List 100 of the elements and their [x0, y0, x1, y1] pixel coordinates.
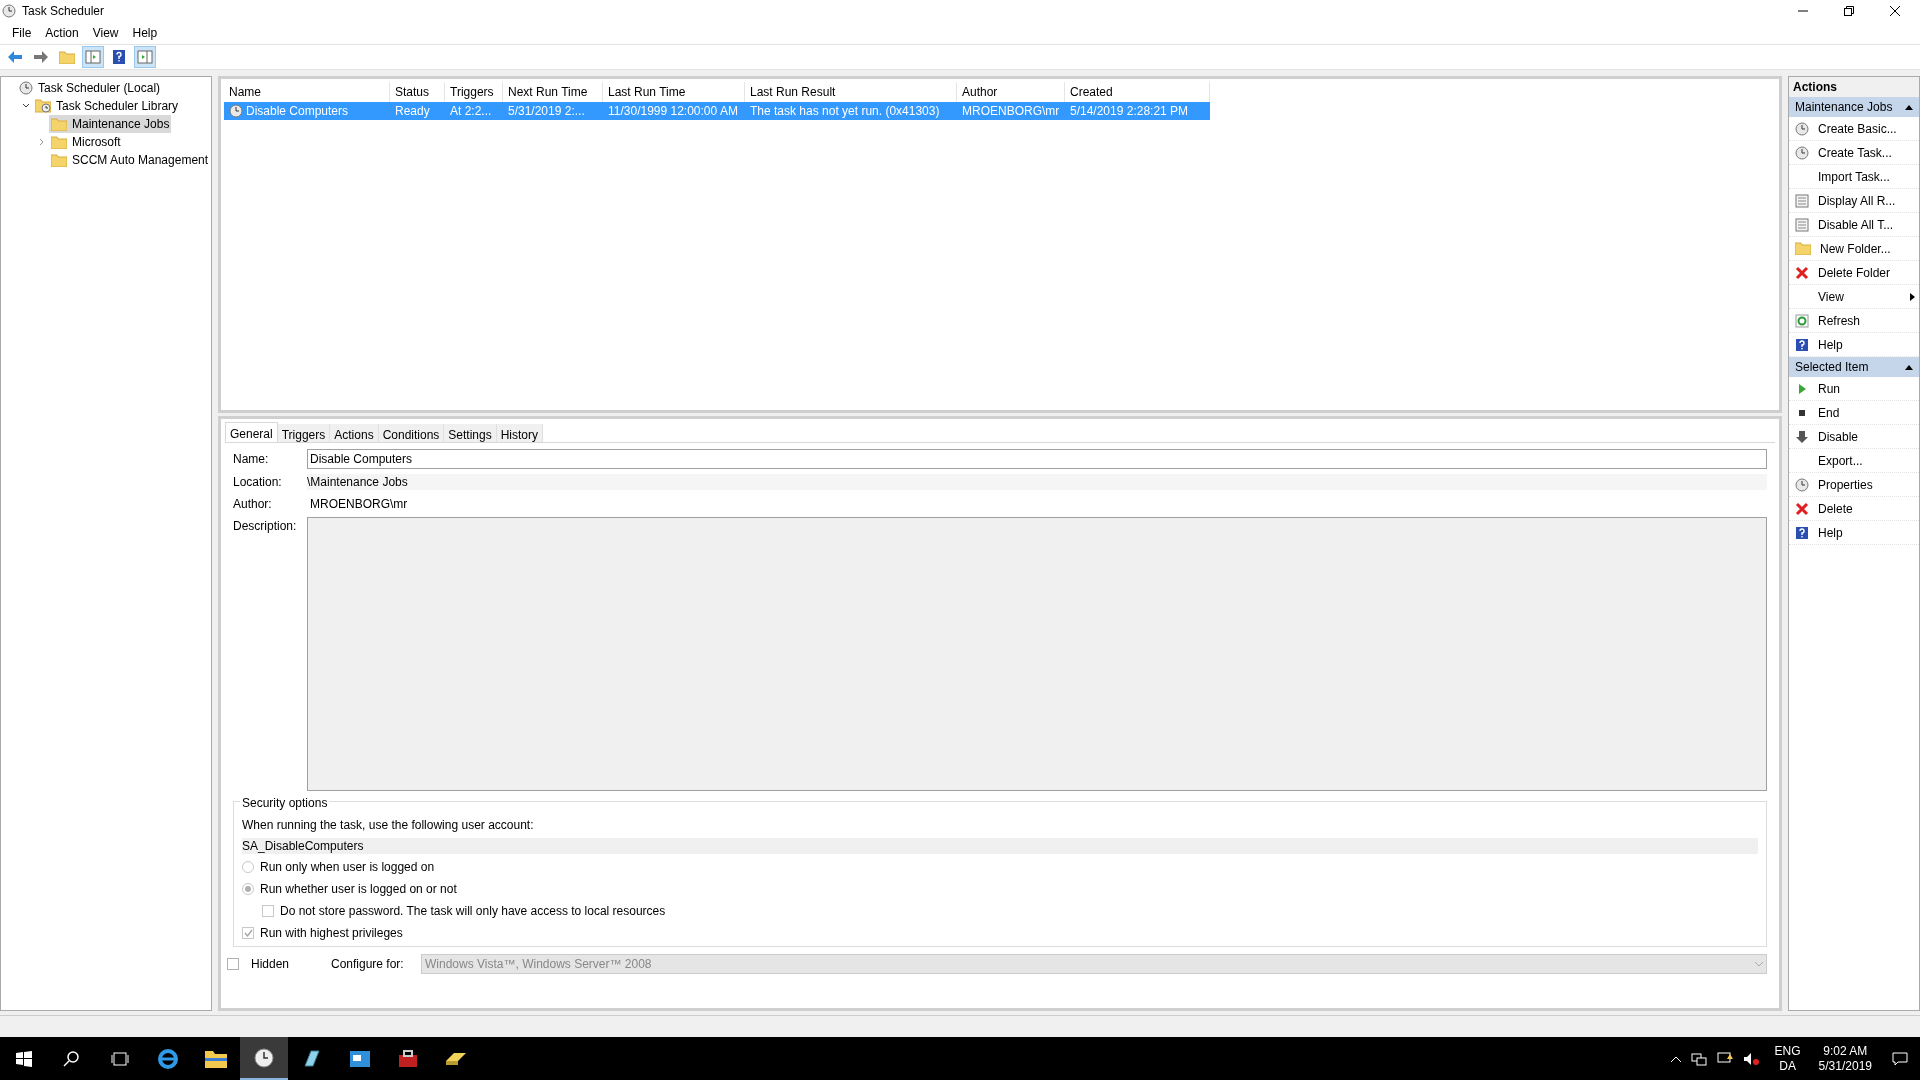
chevron-up-icon[interactable] — [1670, 1055, 1681, 1062]
delete-icon — [1795, 265, 1809, 280]
list-icon — [1795, 217, 1809, 232]
clock-time[interactable]: 9:02 AM — [1823, 1043, 1868, 1059]
taskbar-button[interactable] — [240, 1037, 288, 1080]
checkbox[interactable] — [242, 927, 254, 939]
tree-item[interactable]: Task Scheduler (Local) — [17, 79, 163, 97]
command-item[interactable]: Refresh — [1789, 309, 1919, 333]
command-item[interactable]: View — [1789, 285, 1919, 309]
help-icon — [1795, 525, 1809, 540]
search-icon — [63, 1049, 81, 1068]
command-item[interactable]: Delete Folder — [1789, 261, 1919, 285]
field-label: Location: — [233, 474, 283, 491]
folder-icon — [59, 50, 75, 64]
field-label: Name: — [233, 451, 270, 468]
windows-logo-icon — [16, 1050, 32, 1067]
command-item[interactable]: Help — [1789, 521, 1919, 545]
command-item[interactable]: Create Task... — [1789, 141, 1919, 165]
description-field[interactable] — [307, 517, 1767, 791]
command-item[interactable]: Create Basic... — [1789, 117, 1919, 141]
account-label: When running the task, use the following user account: — [242, 817, 535, 834]
clock-icon — [1795, 121, 1809, 136]
task-icon — [229, 104, 243, 118]
menu-item[interactable]: View — [86, 24, 125, 42]
collapse-arrow-icon[interactable] — [1905, 364, 1913, 370]
name-field[interactable]: Disable Computers — [307, 449, 1767, 469]
notepad-icon — [301, 1047, 323, 1070]
clock-icon — [1795, 477, 1809, 492]
window-icon — [349, 1049, 371, 1068]
section-header[interactable]: Maintenance Jobs — [1789, 97, 1919, 117]
tab[interactable]: General — [225, 422, 278, 442]
pane-icon — [137, 50, 153, 64]
checkbox-label: Run with highest privileges — [260, 925, 403, 942]
input-language[interactable]: ENG — [1774, 1043, 1801, 1059]
tab[interactable]: Settings — [444, 424, 497, 442]
notification-icon[interactable] — [1892, 1051, 1908, 1066]
help-icon — [1795, 337, 1809, 352]
table-cell-text: 11/30/1999 12:00:00 AM — [607, 103, 739, 120]
folder-icon — [1795, 242, 1811, 255]
collapse-arrow-icon[interactable] — [1905, 104, 1913, 110]
delete-icon — [1795, 501, 1809, 516]
command-item[interactable]: Delete — [1789, 497, 1919, 521]
command-item[interactable]: Disable All T... — [1789, 213, 1919, 237]
checkbox[interactable] — [227, 958, 239, 970]
command-item[interactable]: Run — [1789, 377, 1919, 401]
menu-item[interactable]: Action — [39, 24, 85, 42]
network-icon[interactable] — [1690, 1051, 1707, 1066]
location-field: \Maintenance Jobs — [307, 474, 1767, 490]
back-arrow-icon — [7, 50, 23, 64]
expanded-chevron-icon[interactable] — [22, 102, 30, 110]
table-cell: Disable Computers — [224, 102, 390, 120]
checkbox-label: Do not store password. The task will only have access to local resources — [280, 903, 666, 920]
field-label: Author: — [233, 496, 273, 513]
tab[interactable]: History — [496, 424, 544, 442]
clock-icon — [19, 81, 33, 95]
clock-date[interactable]: 5/31/2019 — [1818, 1058, 1872, 1074]
collapsed-chevron-icon[interactable] — [38, 138, 46, 146]
menu-item[interactable]: File — [6, 24, 38, 42]
tree-item[interactable]: Task Scheduler Library — [33, 97, 181, 115]
app-icon — [2, 4, 16, 18]
command-item[interactable]: New Folder... — [1789, 237, 1919, 261]
table-cell-text: 5/31/2019 2:... — [507, 103, 586, 120]
checkbox-label: Hidden — [251, 956, 291, 973]
tab[interactable]: Triggers — [277, 424, 331, 442]
section-header[interactable]: Selected Item — [1789, 357, 1919, 377]
help-icon — [112, 49, 126, 65]
command-item[interactable]: Disable — [1789, 425, 1919, 449]
tab[interactable]: Actions — [330, 424, 379, 442]
actions-title: Actions — [1789, 77, 1919, 97]
command-item[interactable]: End — [1789, 401, 1919, 425]
table-cell-text: MROENBORG\mr — [961, 103, 1061, 120]
command-item[interactable]: Properties — [1789, 473, 1919, 497]
field-label: Description: — [233, 518, 298, 535]
checkbox[interactable] — [262, 905, 274, 917]
radio-label: Run only when user is logged on — [260, 859, 435, 876]
list-icon — [1795, 193, 1809, 208]
tree-item[interactable]: Microsoft — [49, 133, 123, 151]
command-item[interactable]: Import Task... — [1789, 165, 1919, 189]
down-arrow-icon — [1795, 429, 1809, 444]
tab[interactable]: Conditions — [378, 424, 445, 442]
speaker-muted-icon[interactable] — [1742, 1051, 1759, 1066]
command-item[interactable]: Export... — [1789, 449, 1919, 473]
tree-item[interactable]: Maintenance Jobs — [49, 115, 172, 133]
toolbox-icon — [397, 1048, 419, 1069]
folder-icon — [51, 153, 67, 167]
submenu-arrow-icon — [1910, 292, 1915, 301]
table-cell-text: 5/14/2019 2:28:21 PM — [1069, 103, 1190, 120]
folder-icon — [51, 117, 67, 131]
tree-item[interactable]: SCCM Auto Management — [49, 151, 211, 169]
restore-icon — [1844, 6, 1854, 16]
clock-icon — [1795, 145, 1809, 160]
refresh-icon — [1795, 313, 1809, 328]
folder-icon — [51, 135, 67, 149]
folder-clock-icon — [35, 99, 51, 113]
menu-item[interactable]: Help — [126, 24, 164, 42]
command-item[interactable]: Display All R... — [1789, 189, 1919, 213]
monitor-warning-icon[interactable] — [1716, 1051, 1733, 1066]
keyboard-layout[interactable]: DA — [1779, 1058, 1796, 1074]
folder-icon — [205, 1049, 227, 1068]
browser-icon — [157, 1047, 179, 1070]
